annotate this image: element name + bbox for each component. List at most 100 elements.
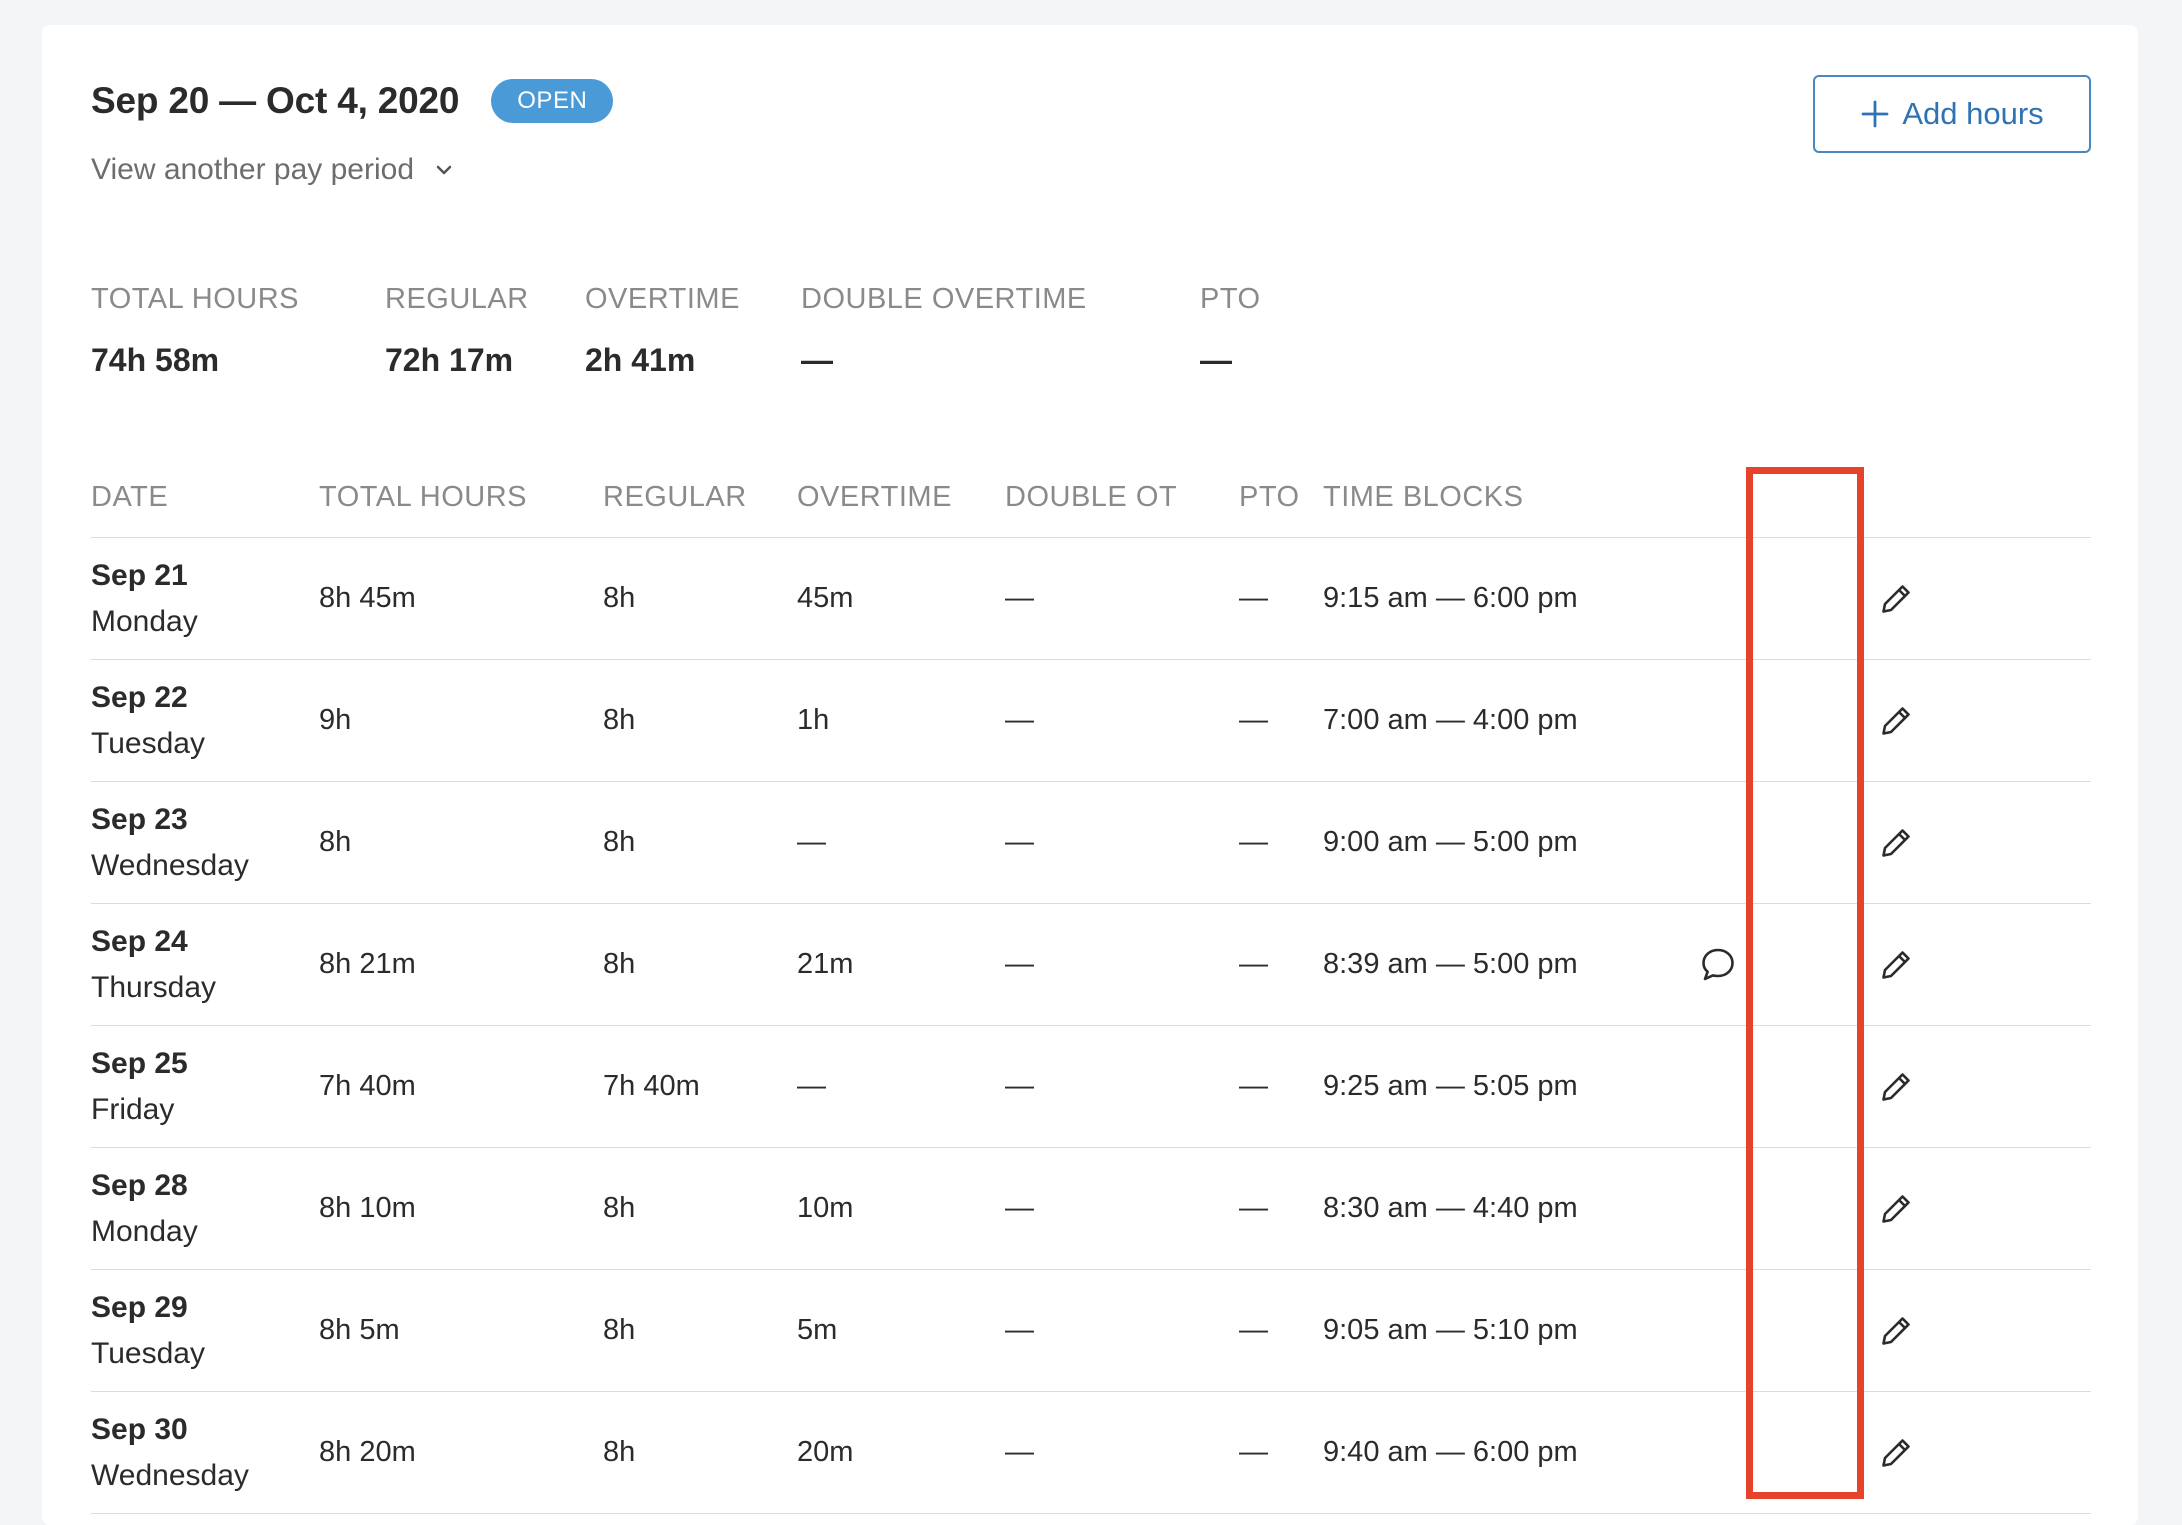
column-header-regular: REGULAR xyxy=(603,481,747,513)
cell-pto: — xyxy=(1239,1314,1268,1346)
summary-label: TOTAL HOURS xyxy=(91,283,299,315)
cell-double-ot: — xyxy=(1005,826,1034,858)
cell-date: Sep 29 Tuesday xyxy=(91,1270,205,1391)
row-date: Sep 21 xyxy=(91,558,188,592)
column-header-time-blocks: TIME BLOCKS xyxy=(1323,481,1524,513)
edit-row-button[interactable] xyxy=(1837,1026,1955,1147)
hours-summary: TOTAL HOURS 74h 58m REGULAR 72h 17m OVER… xyxy=(91,283,1491,393)
summary-regular: REGULAR 72h 17m xyxy=(385,283,529,379)
cell-total-hours: 8h 21m xyxy=(319,948,416,980)
row-date: Sep 28 xyxy=(91,1168,188,1202)
cell-double-ot: — xyxy=(1005,1192,1034,1224)
cell-pto: — xyxy=(1239,1192,1268,1224)
column-header-total-hours: TOTAL HOURS xyxy=(319,481,527,513)
add-hours-button[interactable]: Add hours xyxy=(1813,75,2091,153)
row-date: Sep 29 xyxy=(91,1290,188,1324)
cell-overtime: 10m xyxy=(797,1192,854,1224)
cell-double-ot: — xyxy=(1005,582,1034,614)
table-row: Sep 30 Wednesday 8h 20m 8h 20m — — 9:40 am — 6:… xyxy=(91,1392,2091,1514)
pay-period-card: Sep 20 — Oct 4, 2020 OPEN View another p… xyxy=(42,25,2138,1525)
cell-time-blocks: 8:30 am — 4:40 pm xyxy=(1323,1192,1578,1224)
row-weekday: Wednesday xyxy=(91,1458,249,1492)
summary-label: DOUBLE OVERTIME xyxy=(801,283,1087,315)
table-row: Sep 23 Wednesday 8h 8h — — — 9:00 am — 5:00 pm xyxy=(91,782,2091,904)
cell-overtime: 1h xyxy=(797,704,830,736)
cell-overtime: — xyxy=(797,826,826,858)
edit-row-button[interactable] xyxy=(1837,1392,1955,1513)
cell-overtime: 5m xyxy=(797,1314,838,1346)
cell-total-hours: 7h 40m xyxy=(319,1070,416,1102)
cell-pto: — xyxy=(1239,826,1268,858)
summary-value: 72h 17m xyxy=(385,342,514,378)
row-weekday: Tuesday xyxy=(91,1336,205,1370)
row-date: Sep 30 xyxy=(91,1412,188,1446)
cell-total-hours: 8h xyxy=(319,826,352,858)
cell-date: Sep 24 Thursday xyxy=(91,904,216,1025)
cell-pto: — xyxy=(1239,1436,1268,1468)
plus-icon xyxy=(1861,100,1889,128)
row-weekday: Wednesday xyxy=(91,848,249,882)
view-another-pay-period-label: View another pay period xyxy=(91,153,414,186)
cell-overtime: 20m xyxy=(797,1436,854,1468)
summary-value: — xyxy=(1200,342,1232,378)
cell-total-hours: 8h 10m xyxy=(319,1192,416,1224)
table-row: Sep 29 Tuesday 8h 5m 8h 5m — — 9:05 am — 5:10 p… xyxy=(91,1270,2091,1392)
cell-regular: 8h xyxy=(603,826,636,858)
summary-value: — xyxy=(801,342,833,378)
column-header-date: DATE xyxy=(91,481,169,513)
cell-double-ot: — xyxy=(1005,1436,1034,1468)
add-hours-label: Add hours xyxy=(1902,96,2044,131)
edit-row-button[interactable] xyxy=(1837,904,1955,1025)
cell-regular: 8h xyxy=(603,1314,636,1346)
cell-double-ot: — xyxy=(1005,1070,1034,1102)
edit-row-button[interactable] xyxy=(1837,1148,1955,1269)
edit-row-button[interactable] xyxy=(1837,782,1955,903)
view-another-pay-period-dropdown[interactable]: View another pay period xyxy=(91,153,456,187)
cell-overtime: 21m xyxy=(797,948,854,980)
card-content: Sep 20 — Oct 4, 2020 OPEN View another p… xyxy=(91,25,2091,1525)
pencil-icon xyxy=(1882,706,1910,735)
pencil-icon xyxy=(1882,584,1910,613)
cell-total-hours: 8h 5m xyxy=(319,1314,400,1346)
cell-regular: 7h 40m xyxy=(603,1070,700,1102)
table-row: Sep 22 Tuesday 9h 8h 1h — — 7:00 am — 4:00 pm xyxy=(91,660,2091,782)
summary-double-overtime: DOUBLE OVERTIME — xyxy=(801,283,1087,379)
cell-date: Sep 23 Wednesday xyxy=(91,782,249,903)
table-row: Sep 21 Monday 8h 45m 8h 45m — — 9:15 am — 6:00 … xyxy=(91,538,2091,660)
cell-overtime: — xyxy=(797,1070,826,1102)
edit-row-button[interactable] xyxy=(1837,1270,1955,1391)
page-title: Sep 20 — Oct 4, 2020 xyxy=(91,80,460,121)
summary-label: OVERTIME xyxy=(585,283,740,315)
cell-pto: — xyxy=(1239,1070,1268,1102)
summary-label: PTO xyxy=(1200,283,1261,315)
cell-date: Sep 25 Friday xyxy=(91,1026,188,1147)
cell-total-hours: 9h xyxy=(319,704,352,736)
table-body: Sep 21 Monday 8h 45m 8h 45m — — 9:15 am — 6:00 … xyxy=(91,538,2091,1514)
row-weekday: Friday xyxy=(91,1092,175,1126)
cell-total-hours: 8h 20m xyxy=(319,1436,416,1468)
cell-double-ot: — xyxy=(1005,1314,1034,1346)
cell-date: Sep 22 Tuesday xyxy=(91,660,205,781)
summary-value: 74h 58m xyxy=(91,342,220,378)
cell-double-ot: — xyxy=(1005,948,1034,980)
pencil-icon xyxy=(1882,828,1910,857)
table-header: DATE TOTAL HOURS REGULAR OVERTIME DOUBLE… xyxy=(91,475,2091,538)
pencil-icon xyxy=(1882,1438,1910,1467)
column-header-overtime: OVERTIME xyxy=(797,481,952,513)
comment-bubble-icon xyxy=(1702,948,1734,980)
row-date: Sep 25 xyxy=(91,1046,188,1080)
cell-double-ot: — xyxy=(1005,704,1034,736)
cell-date: Sep 21 Monday xyxy=(91,538,198,659)
edit-row-button[interactable] xyxy=(1837,660,1955,781)
cell-total-hours: 8h 45m xyxy=(319,582,416,614)
cell-time-blocks: 9:40 am — 6:00 pm xyxy=(1323,1436,1578,1468)
edit-row-button[interactable] xyxy=(1837,538,1955,659)
period-title-row: Sep 20 — Oct 4, 2020 OPEN xyxy=(91,79,614,123)
table-row: Sep 25 Friday 7h 40m 7h 40m — — — 9:25 am — 5:0… xyxy=(91,1026,2091,1148)
cell-regular: 8h xyxy=(603,582,636,614)
cell-regular: 8h xyxy=(603,1436,636,1468)
comment-button[interactable] xyxy=(1698,904,1738,1025)
summary-overtime: OVERTIME 2h 41m xyxy=(585,283,740,379)
cell-time-blocks: 7:00 am — 4:00 pm xyxy=(1323,704,1578,736)
cell-regular: 8h xyxy=(603,1192,636,1224)
